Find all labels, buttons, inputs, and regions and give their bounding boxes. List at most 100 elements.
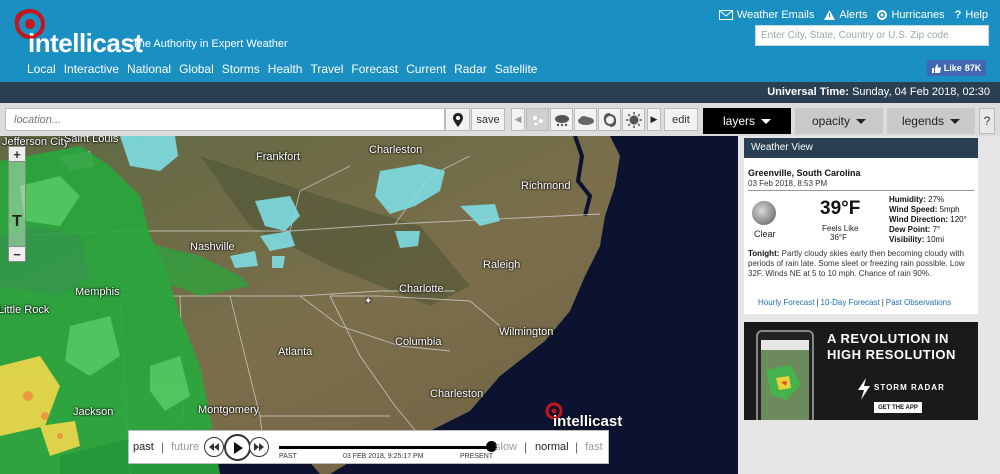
zoom-control: + T − [8,146,26,262]
nav-satellite[interactable]: Satellite [495,62,538,76]
future-toggle[interactable]: future [171,441,199,453]
precip-icon [532,115,543,125]
speed-fast[interactable]: fast [585,441,603,453]
past-observations-link[interactable]: Past Observations [886,298,951,307]
tonight-forecast: Tonight: Partly cloudy skies early then … [748,249,965,278]
map-watermark: intellicast [545,402,622,430]
fast-forward-icon [254,443,264,451]
play-button[interactable] [224,434,251,461]
opacity-label: opacity [811,114,851,128]
layer-sun-button[interactable] [622,108,645,131]
weather-emails-label: Weather Emails [736,9,815,21]
layer-precip-button[interactable] [526,108,549,131]
brand-name: intellicast [28,28,143,58]
nav-forecast[interactable]: Forecast [351,62,398,76]
hurricanes-label: Hurricanes [891,9,945,21]
radar-map[interactable]: Jefferson City Saint Louis Frankfort Cha… [0,136,738,474]
utc-label: Universal Time: [767,86,849,98]
opacity-dropdown[interactable]: opacity [795,108,883,134]
city-label-memphis: Memphis [75,286,120,298]
stat-humidity: Humidity: 27% [889,195,945,204]
phone-image [756,330,814,420]
past-toggle[interactable]: past [133,441,154,453]
feels-like-label: Feels Like [822,224,859,233]
alerts-label: Alerts [839,9,868,21]
step-back-button[interactable] [204,437,224,457]
hurricanes-link[interactable]: Hurricanes [877,9,945,21]
layer-cloud-button[interactable] [574,108,597,131]
mail-icon [718,10,733,20]
thumbs-up-icon [931,63,941,73]
city-label-charleston-sc: Charleston [430,388,484,400]
speed-slow[interactable]: slow [495,441,517,453]
timeline-track[interactable] [279,446,491,449]
cloud-icon [577,115,594,125]
nav-local[interactable]: Local [27,62,56,76]
facebook-like-button[interactable]: Like 87K [927,60,986,76]
stat-wind-speed: Wind Speed: 5mph [889,205,960,214]
lightning-icon [858,378,870,400]
map-location-input[interactable] [5,108,445,131]
location-search-input[interactable] [755,25,989,46]
city-label-jackson: Jackson [73,406,114,418]
chevron-down-icon [761,118,771,124]
zoom-out-button[interactable]: − [8,246,26,262]
locate-button[interactable] [445,108,470,131]
city-label-montgomery: Montgomery [198,404,260,416]
help-link[interactable]: ? Help [955,9,988,21]
hurricane-icon [877,10,888,20]
weather-view-card: Weather View Greenville, South Carolina … [744,138,978,314]
ad-headline-1: A REVOLUTION IN [827,331,949,346]
ad-brand: STORM RADAR [874,383,945,392]
hourly-forecast-link[interactable]: Hourly Forecast [758,298,814,307]
utc-value: Sunday, 04 Feb 2018, 02:30 [851,86,990,98]
city-label-charleston-wv: Charleston [369,144,423,156]
chevron-down-icon [950,118,961,124]
legends-label: legends [901,114,945,128]
animation-timeline: past | future PAST 03 FEB 2018, 9:25:17 … [128,430,609,464]
divider: | [524,440,528,454]
nav-global[interactable]: Global [179,62,214,76]
layer-hurricane-button[interactable] [598,108,621,131]
step-forward-button[interactable] [249,437,269,457]
timeline-end-label: PRESENT [460,453,494,460]
get-the-app-button[interactable]: GET THE APP [874,402,922,413]
chevron-down-icon [856,118,867,124]
edit-button[interactable]: edit [664,108,698,131]
nav-national[interactable]: National [127,62,171,76]
nav-travel[interactable]: Travel [310,62,343,76]
radar-thumbnail-icon [766,365,801,400]
ten-day-forecast-link[interactable]: 10-Day Forecast [821,298,880,307]
storm-cloud-icon [554,114,569,126]
speed-normal[interactable]: normal [535,441,569,453]
layers-next-arrow[interactable]: ▶ [647,108,661,131]
nav-interactive[interactable]: Interactive [64,62,119,76]
nav-health[interactable]: Health [268,62,303,76]
nav-current[interactable]: Current [406,62,446,76]
save-button[interactable]: save [471,108,505,131]
storm-radar-ad[interactable]: A REVOLUTION IN HIGH RESOLUTION STORM RA… [744,322,978,420]
city-label-atlanta: Atlanta [278,346,313,358]
layers-dropdown[interactable]: layers [703,108,791,134]
zoom-in-button[interactable]: + [8,146,26,162]
city-label-raleigh: Raleigh [483,259,521,271]
layer-storm-button[interactable] [550,108,573,131]
map-toolbar: save ◀ ▶ edit layers opacity legends ? [0,103,1000,136]
zoom-slider[interactable]: T [8,162,26,246]
alerts-link[interactable]: Alerts [824,9,867,21]
zoom-handle[interactable]: T [11,212,23,232]
city-label-columbia: Columbia [395,336,442,348]
side-panel: Weather View Greenville, South Carolina … [738,136,1000,474]
city-label-saint-louis: Saint Louis [64,136,119,145]
weather-stats: Humidity: 27% Wind Speed: 5mph Wind Dire… [889,195,967,245]
nav-storms[interactable]: Storms [222,62,260,76]
divider: | [575,440,579,454]
layers-prev-arrow[interactable]: ◀ [511,108,525,131]
map-help-button[interactable]: ? [979,108,995,134]
nav-radar[interactable]: Radar [454,62,487,76]
utility-links: Weather Emails Alerts Hurricanes ? Help [718,9,988,21]
legends-dropdown[interactable]: legends [887,108,975,134]
city-label-wilmington: Wilmington [499,326,554,338]
map-pin-icon [452,112,463,127]
weather-emails-link[interactable]: Weather Emails [718,9,815,21]
